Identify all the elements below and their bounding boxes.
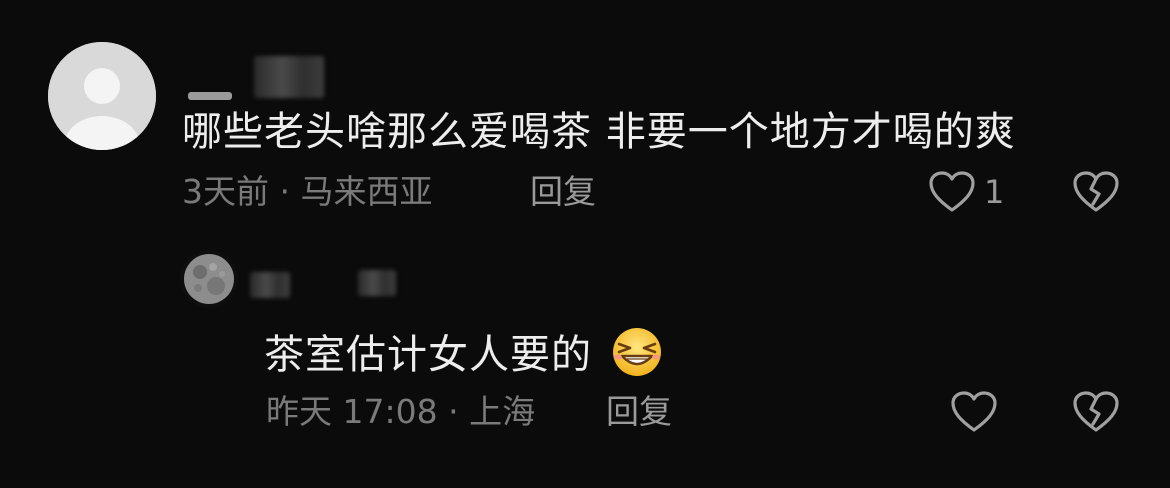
comment-text: 哪些老头啥那么爱喝茶 非要一个地方才喝的爽 [182, 109, 1016, 155]
username-redacted[interactable] [188, 92, 232, 100]
reply-username-redacted-block [358, 270, 396, 296]
reply-text-content: 茶室估计女人要的 [264, 332, 592, 378]
comment-meta: 3天前 · 马来西亚 [182, 172, 433, 212]
reply-text: 茶室估计女人要的 [264, 326, 666, 379]
like-count: 1 [984, 173, 1005, 211]
reply-location: 上海 [469, 392, 536, 431]
comment-location: 马来西亚 [300, 172, 433, 211]
username-redacted-block [254, 56, 324, 98]
meta-separator: · [448, 392, 459, 431]
comment-time: 3天前 [182, 172, 269, 211]
meta-separator: · [279, 172, 291, 211]
like-icon[interactable] [950, 390, 998, 434]
default-avatar-icon[interactable] [48, 42, 156, 150]
reply-username-redacted[interactable] [250, 272, 290, 298]
reply-button[interactable]: 回复 [530, 172, 596, 212]
grinning-squint-emoji [608, 326, 666, 378]
dislike-icon[interactable] [1072, 170, 1120, 214]
like-icon[interactable] [928, 170, 976, 214]
reply-meta: 昨天 17:08 · 上海 [266, 392, 535, 432]
reply-button[interactable]: 回复 [606, 392, 672, 432]
reply-time: 昨天 17:08 [266, 392, 438, 431]
dislike-icon[interactable] [1072, 390, 1120, 434]
moon-avatar[interactable] [180, 250, 238, 308]
